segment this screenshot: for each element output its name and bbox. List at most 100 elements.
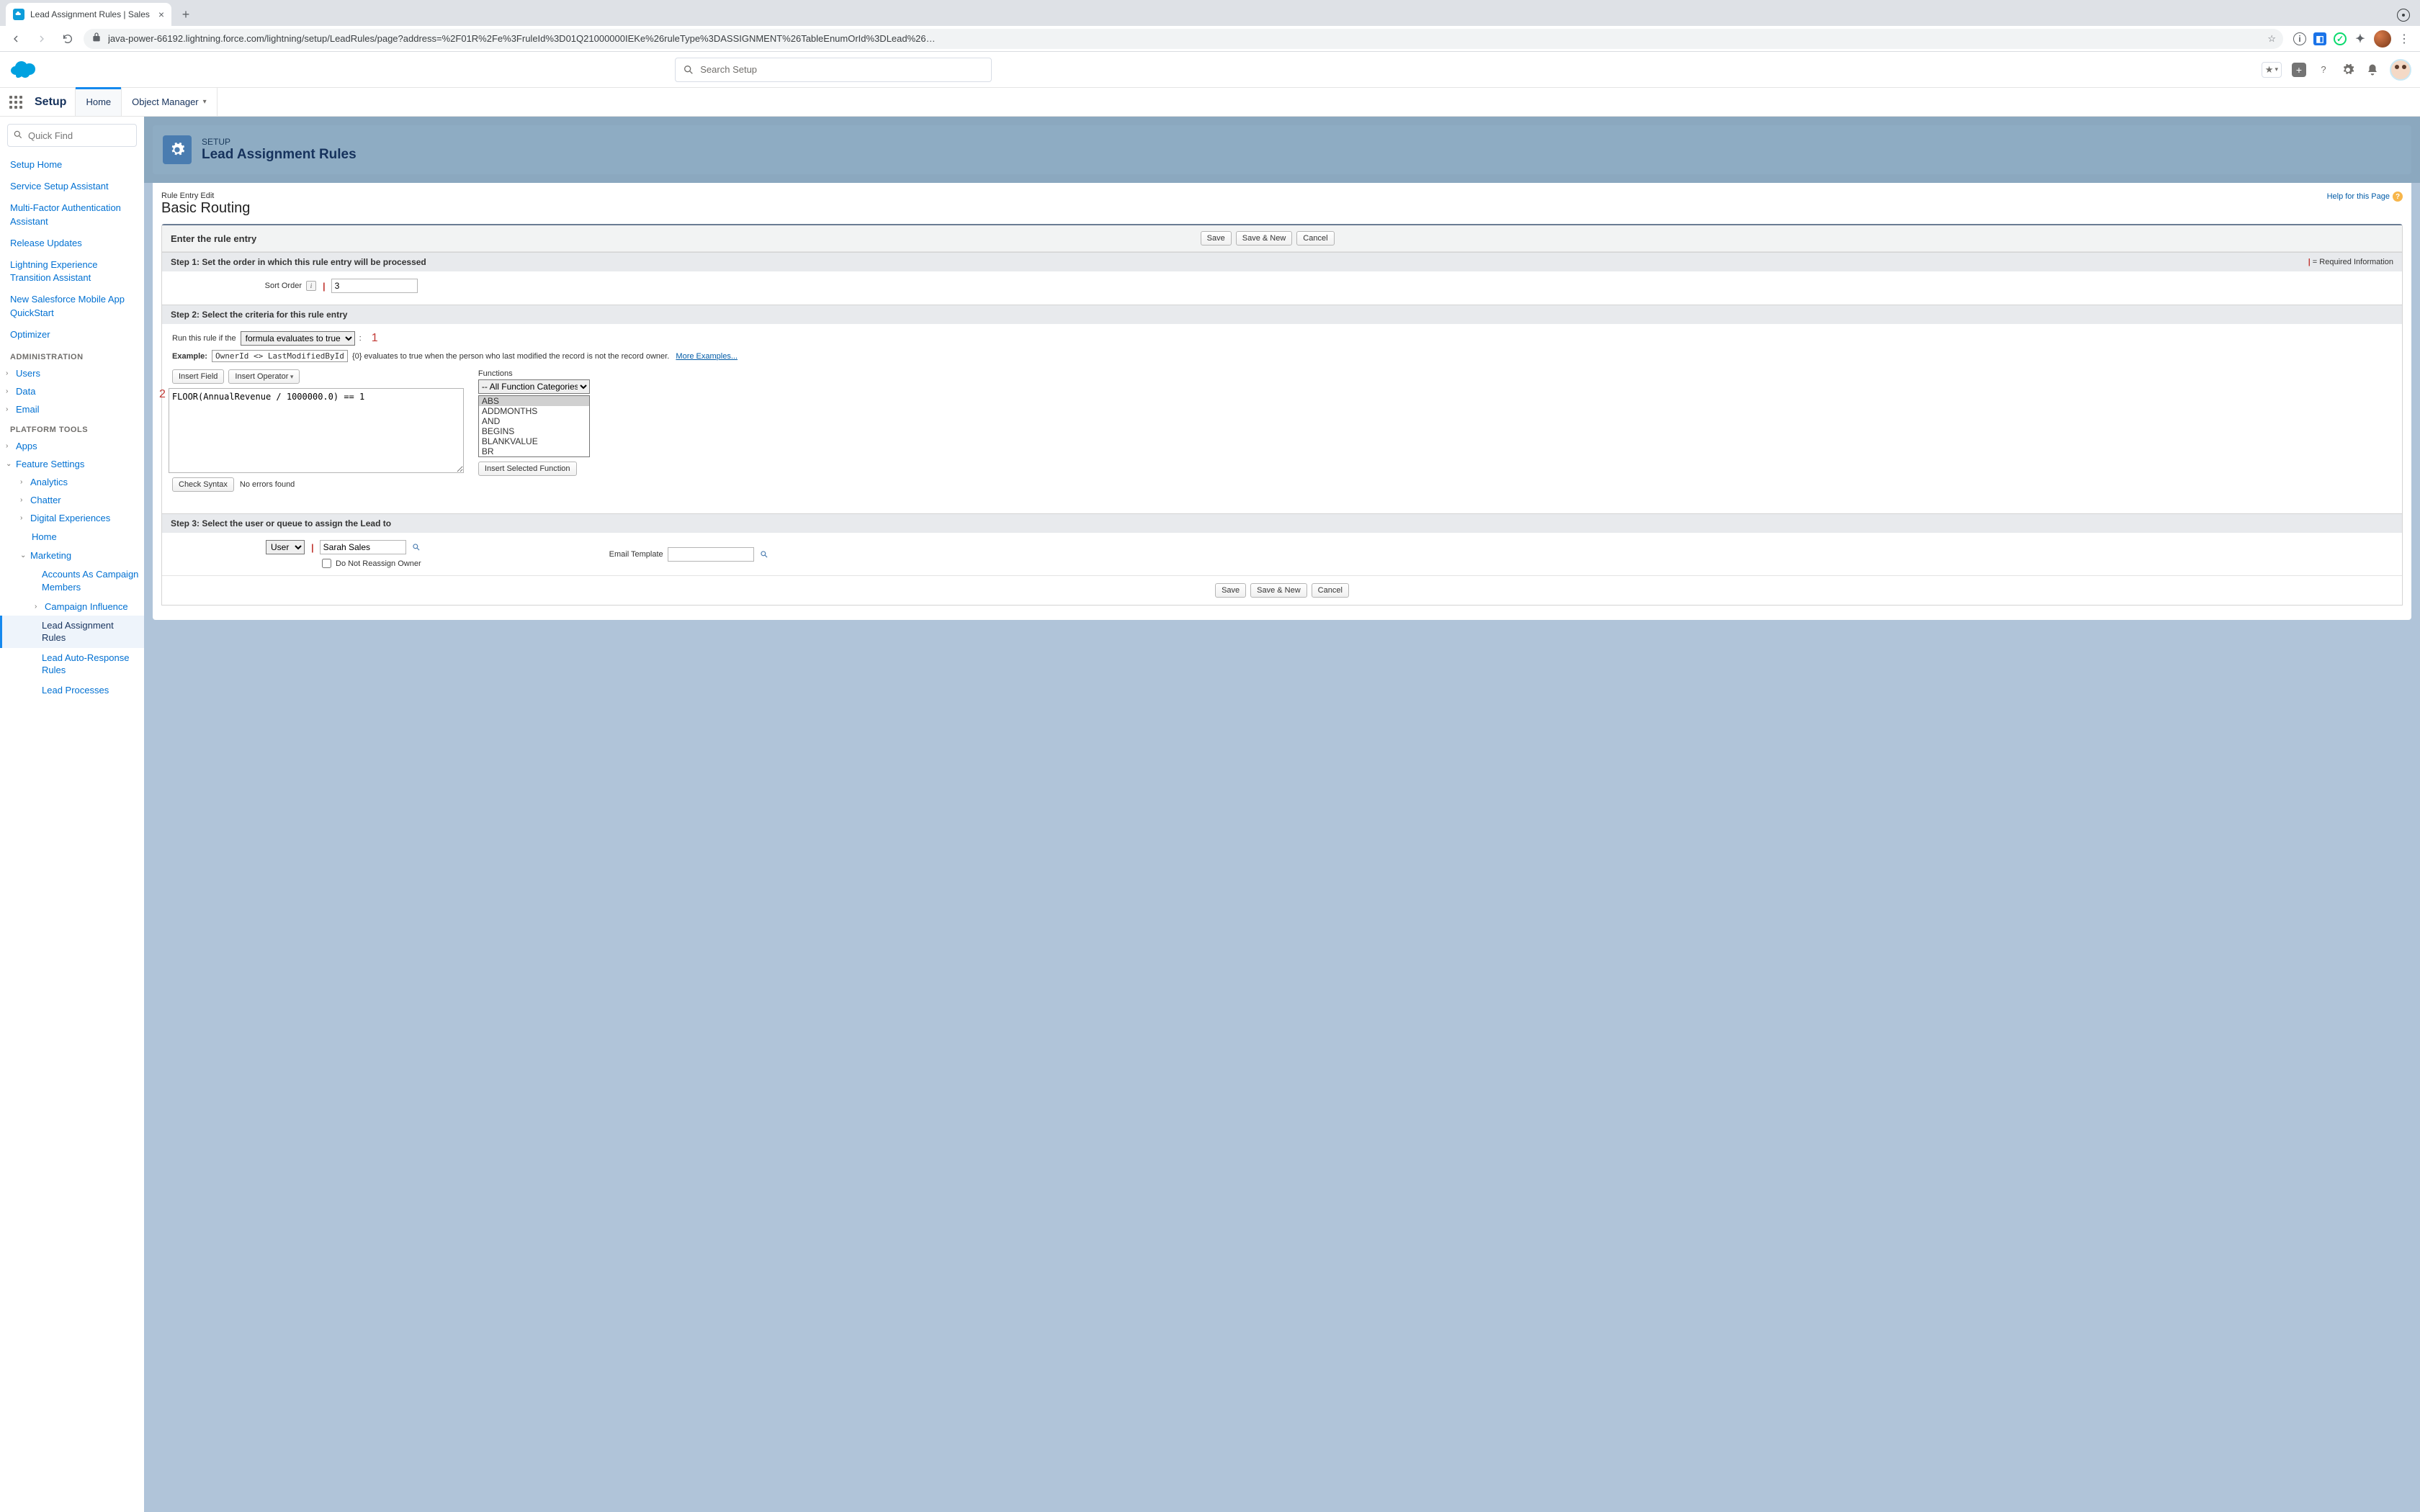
chrome-actions: i ◧ ✓ ✦ ⋮	[2289, 30, 2414, 48]
setup-nav-bar: Setup Home Object Manager▾	[0, 88, 2420, 117]
save-button[interactable]: Save	[1215, 583, 1246, 598]
app-launcher-button[interactable]	[0, 88, 32, 116]
close-tab-icon[interactable]: ×	[158, 9, 164, 20]
new-tab-button[interactable]: +	[176, 4, 196, 24]
chevron-right-icon: ›	[6, 442, 16, 450]
save-new-button[interactable]: Save & New	[1250, 583, 1307, 598]
url-bar[interactable]: java-power-66192.lightning.force.com/lig…	[84, 29, 2283, 49]
check-syntax-button[interactable]: Check Syntax	[172, 477, 234, 492]
cancel-button[interactable]: Cancel	[1296, 231, 1334, 246]
extension-icon-1[interactable]: ◧	[2313, 32, 2326, 45]
chevron-right-icon: ›	[20, 496, 30, 504]
tree-item-users[interactable]: ›Users	[0, 364, 144, 382]
step2-header: Step 2: Select the criteria for this rul…	[162, 305, 2402, 324]
sidebar-link[interactable]: Multi-Factor Authentication Assistant	[0, 197, 144, 232]
function-item[interactable]: BEGINS	[479, 426, 589, 436]
tree-leaf[interactable]: Lead Auto-Response Rules	[0, 648, 144, 680]
more-examples-link[interactable]: More Examples...	[676, 352, 738, 361]
function-item[interactable]: BLANKVALUE	[479, 436, 589, 446]
sort-order-input[interactable]	[331, 279, 418, 293]
chrome-window-menu-icon[interactable]	[2397, 9, 2410, 22]
assignee-type-select[interactable]: User	[266, 540, 305, 554]
panel-title: Enter the rule entry	[171, 233, 256, 244]
page-title: Lead Assignment Rules	[202, 147, 357, 163]
lookup-icon[interactable]	[758, 549, 770, 560]
function-list[interactable]: ABS ADDMONTHS AND BEGINS BLANKVALUE BR	[478, 395, 590, 457]
tree-item-campaign-influence[interactable]: ›Campaign Influence	[0, 598, 144, 616]
function-item[interactable]: ADDMONTHS	[479, 406, 589, 416]
browser-tab[interactable]: Lead Assignment Rules | Sales ×	[6, 3, 171, 26]
tab-object-manager[interactable]: Object Manager▾	[122, 88, 218, 116]
tree-leaf-lead-assignment[interactable]: Lead Assignment Rules	[0, 616, 144, 648]
tree-item-analytics[interactable]: ›Analytics	[0, 473, 144, 491]
sidebar-link[interactable]: Release Updates	[0, 233, 144, 254]
sidebar-link[interactable]: New Salesforce Mobile App QuickStart	[0, 289, 144, 323]
chrome-profile-avatar[interactable]	[2374, 30, 2391, 48]
chrome-menu-icon[interactable]: ⋮	[2398, 32, 2410, 46]
search-icon	[683, 64, 694, 76]
tab-home[interactable]: Home	[75, 88, 122, 116]
tree-item-feature-settings[interactable]: ⌄Feature Settings	[0, 455, 144, 473]
function-item[interactable]: AND	[479, 416, 589, 426]
tree-leaf-home[interactable]: Home	[0, 527, 144, 547]
email-template-input[interactable]	[668, 547, 754, 562]
tree-item-chatter[interactable]: ›Chatter	[0, 491, 144, 509]
chevron-down-icon: ⌄	[6, 460, 16, 468]
insert-function-button[interactable]: Insert Selected Function	[478, 462, 577, 476]
required-indicator: |	[311, 542, 314, 553]
tree-item-digital-experiences[interactable]: ›Digital Experiences	[0, 509, 144, 527]
insert-operator-button[interactable]: Insert Operator	[228, 369, 300, 384]
sidebar-link[interactable]: Setup Home	[0, 154, 144, 176]
user-avatar[interactable]	[2390, 59, 2411, 81]
lookup-icon[interactable]	[411, 541, 422, 553]
global-search[interactable]: Search Setup	[675, 58, 992, 82]
quick-find-input[interactable]	[7, 124, 137, 147]
bookmark-star-icon[interactable]: ☆	[2267, 33, 2276, 45]
formula-textarea[interactable]: FLOOR(AnnualRevenue / 1000000.0) == 1	[169, 388, 464, 473]
info-icon[interactable]: i	[306, 281, 316, 291]
global-actions-button[interactable]: +	[2292, 63, 2306, 77]
sidebar-link[interactable]: Optimizer	[0, 324, 144, 346]
info-icon[interactable]: i	[2293, 32, 2306, 45]
run-rule-label: Run this rule if the	[172, 334, 236, 343]
reassign-label: Do Not Reassign Owner	[336, 559, 421, 568]
function-item[interactable]: ABS	[479, 396, 589, 406]
do-not-reassign-checkbox[interactable]	[322, 559, 331, 568]
chevron-right-icon: ›	[6, 405, 16, 413]
help-link[interactable]: Help for this Page ?	[2327, 192, 2403, 202]
reload-button[interactable]	[58, 29, 78, 49]
tree-item-email[interactable]: ›Email	[0, 400, 144, 418]
tree-item-apps[interactable]: ›Apps	[0, 437, 144, 455]
tree-leaf[interactable]: Accounts As Campaign Members	[0, 564, 144, 597]
sidebar-link[interactable]: Lightning Experience Transition Assistan…	[0, 254, 144, 289]
favorites-button[interactable]: ★▾	[2262, 62, 2282, 78]
criteria-type-select[interactable]: formula evaluates to true	[241, 331, 355, 346]
function-category-select[interactable]: -- All Function Categories --	[478, 379, 590, 394]
cancel-button[interactable]: Cancel	[1312, 583, 1349, 598]
sidebar-link[interactable]: Service Setup Assistant	[0, 176, 144, 197]
save-button[interactable]: Save	[1201, 231, 1232, 246]
tree-item-data[interactable]: ›Data	[0, 382, 144, 400]
forward-button[interactable]	[32, 29, 52, 49]
example-label: Example:	[172, 352, 207, 361]
back-button[interactable]	[6, 29, 26, 49]
header-actions: ★▾ + ?	[2262, 59, 2411, 81]
setup-gear-icon[interactable]	[2341, 63, 2355, 77]
function-item[interactable]: BR	[479, 446, 589, 456]
assignee-input[interactable]	[320, 540, 406, 554]
email-template-label: Email Template	[609, 550, 663, 559]
salesforce-logo[interactable]	[9, 59, 40, 81]
tree-item-marketing[interactable]: ⌄Marketing	[0, 546, 144, 564]
app-name: Setup	[32, 88, 75, 116]
help-icon[interactable]: ?	[2316, 63, 2331, 77]
global-header: Search Setup ★▾ + ?	[0, 52, 2420, 88]
insert-field-button[interactable]: Insert Field	[172, 369, 224, 384]
tree-leaf[interactable]: Lead Processes	[0, 680, 144, 701]
notifications-bell-icon[interactable]	[2365, 63, 2380, 77]
footer-buttons: Save Save & New Cancel	[162, 575, 2402, 605]
extension-icon-2[interactable]: ✓	[2334, 32, 2347, 45]
chevron-right-icon: ›	[20, 478, 30, 486]
save-new-button[interactable]: Save & New	[1236, 231, 1293, 246]
syntax-result: No errors found	[240, 480, 295, 489]
extensions-puzzle-icon[interactable]: ✦	[2354, 32, 2367, 45]
